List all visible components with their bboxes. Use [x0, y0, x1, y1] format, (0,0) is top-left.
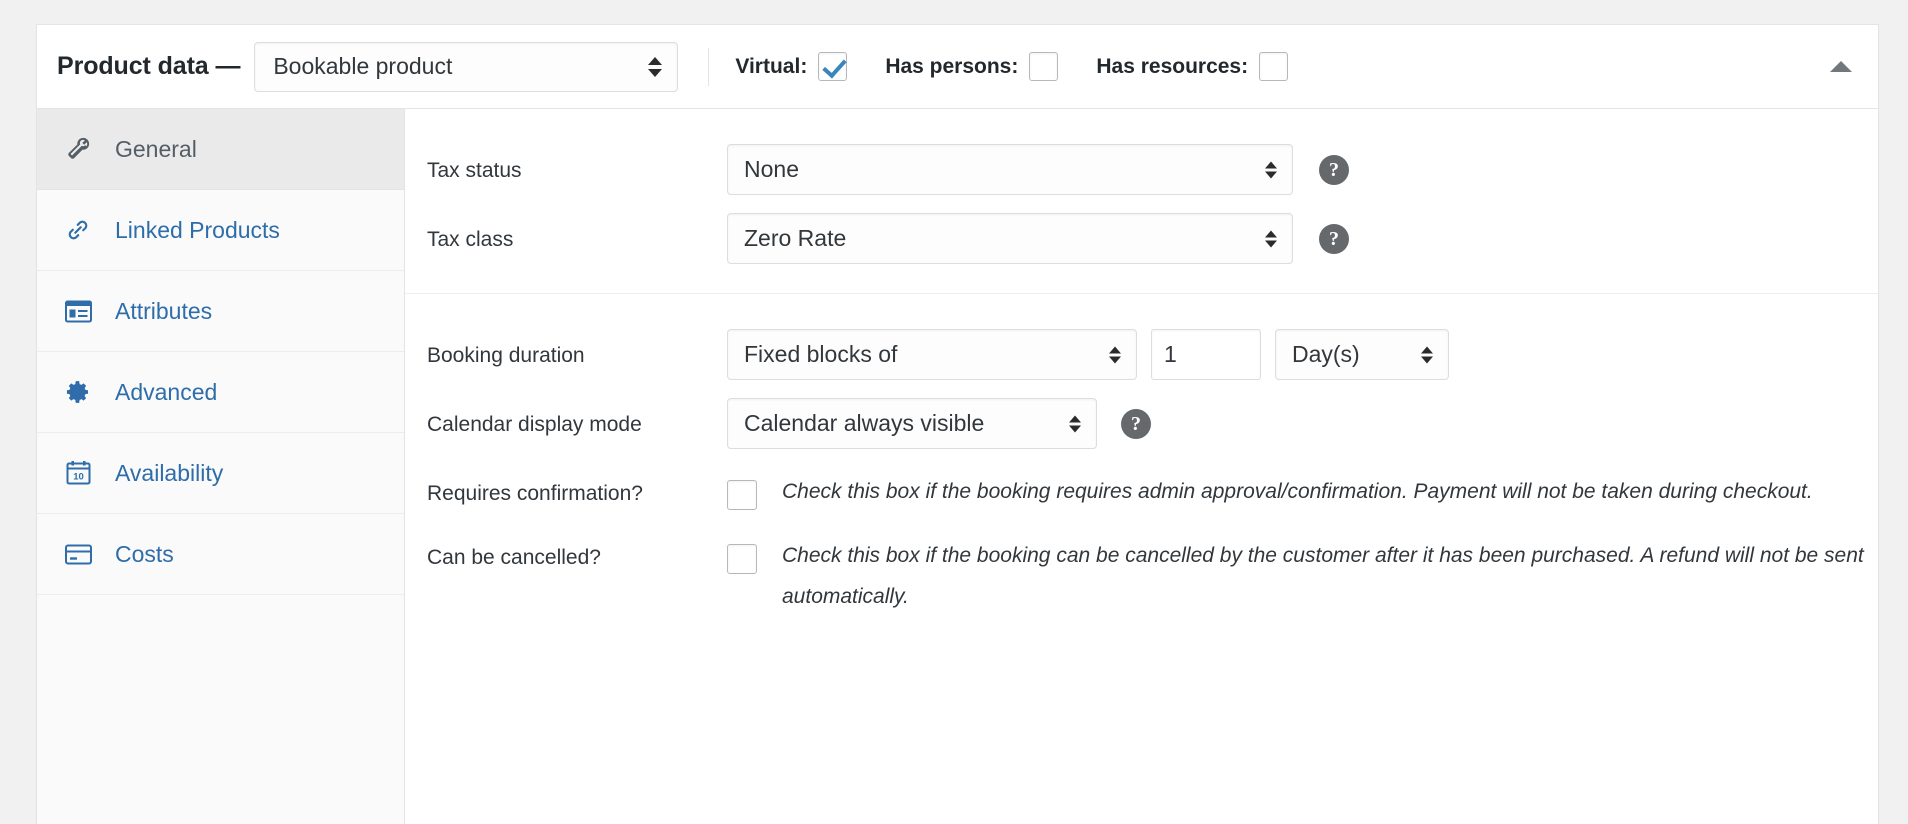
- booking-duration-unit-select[interactable]: Day(s): [1275, 329, 1449, 380]
- booking-duration-amount-value: 1: [1164, 341, 1177, 368]
- sidebar-item-label: Costs: [115, 541, 174, 568]
- requires-confirmation-description: Check this box if the booking requires a…: [782, 467, 1813, 513]
- gear-icon: [61, 377, 95, 407]
- sidebar-item-attributes[interactable]: Attributes: [37, 271, 404, 352]
- panel-body: General Linked Products: [37, 109, 1878, 824]
- requires-confirmation-label: Requires confirmation?: [427, 467, 727, 507]
- tax-class-select[interactable]: Zero Rate: [727, 213, 1293, 264]
- tax-class-value: Zero Rate: [744, 225, 846, 252]
- sidebar-item-availability[interactable]: 10 Availability: [37, 433, 404, 514]
- list-view-icon: [61, 296, 95, 326]
- has-persons-checkbox[interactable]: [1029, 52, 1058, 81]
- booking-duration-row: Booking duration Fixed blocks of 1: [405, 320, 1878, 389]
- can-be-cancelled-label: Can be cancelled?: [427, 531, 727, 571]
- select-arrows-icon: [1420, 346, 1434, 363]
- has-resources-label: Has resources:: [1096, 55, 1248, 79]
- tax-status-label: Tax status: [427, 144, 727, 184]
- can-be-cancelled-checkbox[interactable]: [727, 544, 757, 574]
- calendar-display-mode-label: Calendar display mode: [427, 398, 727, 438]
- wrench-icon: [61, 134, 95, 164]
- sidebar-item-label: Availability: [115, 460, 223, 487]
- requires-confirmation-row: Requires confirmation? Check this box if…: [405, 458, 1878, 522]
- calendar-display-mode-row: Calendar display mode Calendar always vi…: [405, 389, 1878, 458]
- tax-status-help-icon[interactable]: ?: [1319, 155, 1349, 185]
- select-arrows-icon: [1264, 161, 1278, 178]
- select-arrows-icon: [648, 57, 662, 77]
- triangle-up-icon: [1830, 61, 1852, 72]
- tax-status-row: Tax status None ?: [405, 135, 1878, 204]
- sidebar-item-label: Advanced: [115, 379, 217, 406]
- tax-status-select[interactable]: None: [727, 144, 1293, 195]
- sidebar-item-general[interactable]: General: [37, 109, 404, 190]
- calendar-display-mode-select[interactable]: Calendar always visible: [727, 398, 1097, 449]
- page-title: Product data —: [57, 52, 240, 81]
- has-persons-checkbox-group: Has persons:: [885, 52, 1058, 81]
- sidebar-item-costs[interactable]: Costs: [37, 514, 404, 595]
- sidebar-item-advanced[interactable]: Advanced: [37, 352, 404, 433]
- has-resources-checkbox-group: Has resources:: [1096, 52, 1288, 81]
- panel-collapse-toggle[interactable]: [1828, 54, 1854, 80]
- can-be-cancelled-row: Can be cancelled? Check this box if the …: [405, 522, 1878, 627]
- has-resources-checkbox[interactable]: [1259, 52, 1288, 81]
- virtual-checkbox[interactable]: [818, 52, 847, 81]
- tax-class-help-icon[interactable]: ?: [1319, 224, 1349, 254]
- product-data-panel: Product data — Bookable product Virtual:…: [36, 24, 1879, 824]
- has-persons-label: Has persons:: [885, 55, 1018, 79]
- virtual-checkbox-group: Virtual:: [735, 52, 847, 81]
- product-type-value: Bookable product: [273, 53, 452, 80]
- calendar-icon: 10: [61, 458, 95, 488]
- link-icon: [61, 215, 95, 245]
- calendar-icon-day: 10: [73, 472, 84, 483]
- sidebar-item-label: General: [115, 136, 197, 163]
- booking-field-group: Booking duration Fixed blocks of 1: [405, 294, 1878, 647]
- can-be-cancelled-description: Check this box if the booking can be can…: [782, 531, 1878, 618]
- general-tab-panel: Tax status None ? Tax class: [405, 109, 1878, 824]
- requires-confirmation-checkbox[interactable]: [727, 480, 757, 510]
- calendar-display-mode-value: Calendar always visible: [744, 410, 984, 437]
- tax-status-value: None: [744, 156, 799, 183]
- virtual-label: Virtual:: [735, 55, 807, 79]
- product-type-select-wrapper: Bookable product: [254, 42, 678, 92]
- booking-duration-mode-select[interactable]: Fixed blocks of: [727, 329, 1137, 380]
- credit-card-icon: [61, 539, 95, 569]
- booking-duration-mode-value: Fixed blocks of: [744, 341, 897, 368]
- select-arrows-icon: [1068, 415, 1082, 432]
- sidebar-item-label: Attributes: [115, 298, 212, 325]
- tax-class-label: Tax class: [427, 213, 727, 253]
- sidebar-item-linked-products[interactable]: Linked Products: [37, 190, 404, 271]
- booking-duration-label: Booking duration: [427, 329, 727, 369]
- select-arrows-icon: [1108, 346, 1122, 363]
- booking-duration-amount-input[interactable]: 1: [1151, 329, 1261, 380]
- product-type-select[interactable]: Bookable product: [254, 42, 678, 92]
- select-arrows-icon: [1264, 230, 1278, 247]
- header-divider: [708, 48, 709, 86]
- product-data-tabs: General Linked Products: [37, 109, 405, 824]
- calendar-display-mode-help-icon[interactable]: ?: [1121, 409, 1151, 439]
- sidebar-item-label: Linked Products: [115, 217, 280, 244]
- booking-duration-unit-value: Day(s): [1292, 341, 1360, 368]
- tax-class-row: Tax class Zero Rate ?: [405, 204, 1878, 273]
- panel-header: Product data — Bookable product Virtual:…: [37, 25, 1878, 109]
- tax-field-group: Tax status None ? Tax class: [405, 109, 1878, 294]
